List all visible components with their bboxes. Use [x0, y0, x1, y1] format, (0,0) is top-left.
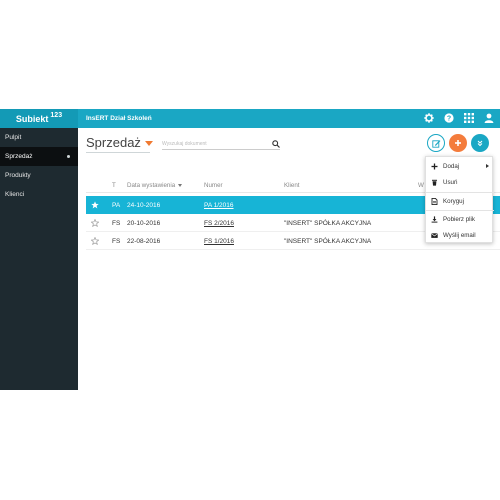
- menu-divider: [426, 210, 494, 211]
- cell-date: 20-10-2016: [127, 220, 161, 227]
- user-icon[interactable]: [483, 112, 494, 123]
- star-outline-icon[interactable]: [90, 218, 100, 228]
- cell-date: 24-10-2016: [127, 202, 161, 209]
- menu-item-label: Wyślij email: [443, 232, 476, 239]
- plus-icon: [431, 163, 438, 170]
- edit-icon: [431, 139, 440, 148]
- menu-item-label: Koryguj: [443, 198, 464, 205]
- menu-item-label: Pobierz plik: [443, 216, 475, 223]
- apps-grid-icon[interactable]: [463, 112, 474, 123]
- menu-divider: [426, 192, 494, 193]
- company-name[interactable]: InsERT Dział Szkoleń: [86, 115, 152, 122]
- column-header-date[interactable]: Data wystawienia: [127, 182, 183, 189]
- page-title: Sprzedaż: [86, 135, 141, 150]
- actions-dropdown-menu: Dodaj Usuń Koryguj Pobierz plik Wyślij e…: [425, 156, 494, 243]
- sidebar-item-label: Klienci: [5, 191, 25, 198]
- cell-type: FS: [112, 238, 121, 245]
- menu-item-send-email[interactable]: Wyślij email: [426, 228, 494, 243]
- star-filled-icon[interactable]: [91, 201, 99, 209]
- sidebar-item-pulpit[interactable]: Pulpit: [0, 128, 78, 147]
- sidebar-item-klienci[interactable]: Klienci: [0, 185, 78, 204]
- menu-item-add[interactable]: Dodaj: [426, 159, 494, 174]
- active-indicator-icon: [67, 155, 70, 158]
- chevron-right-icon: [486, 164, 489, 168]
- app-window: Subiekt 123 InsERT Dział Szkoleń ? Pulpi…: [0, 109, 500, 390]
- brand-name: Subiekt: [15, 113, 49, 124]
- cell-client: "INSERT" SPÓŁKA AKCYJNA: [284, 238, 372, 245]
- plus-icon: [455, 140, 461, 146]
- download-icon: [431, 216, 438, 223]
- cell-type: PA: [112, 202, 121, 209]
- title-underline: [86, 152, 150, 153]
- document-icon: [431, 198, 438, 205]
- trash-icon: [431, 179, 438, 186]
- envelope-icon: [431, 232, 438, 239]
- more-actions-button[interactable]: [471, 134, 489, 152]
- sidebar: Pulpit Sprzedaż Produkty Klienci: [0, 128, 78, 390]
- column-header-client[interactable]: Klient: [284, 182, 299, 189]
- sidebar-item-label: Sprzedaż: [5, 153, 33, 160]
- top-bar: Subiekt 123 InsERT Dział Szkoleń ?: [0, 109, 500, 128]
- gear-icon[interactable]: [423, 112, 434, 123]
- cell-type: FS: [112, 220, 121, 227]
- menu-item-label: Dodaj: [443, 163, 460, 170]
- caret-down-icon: [144, 141, 153, 146]
- sidebar-item-sprzedaz[interactable]: Sprzedaż: [0, 147, 78, 166]
- cell-client: "INSERT" SPÓŁKA AKCYJNA: [284, 220, 372, 227]
- star-outline-icon[interactable]: [90, 236, 100, 246]
- svg-text:?: ?: [446, 115, 450, 122]
- sidebar-item-produkty[interactable]: Produkty: [0, 166, 78, 185]
- double-chevron-down-icon: [477, 140, 483, 147]
- column-header-number[interactable]: Numer: [204, 182, 223, 189]
- cell-number-link[interactable]: PA 1/2016: [204, 202, 234, 209]
- top-icons: ?: [423, 112, 494, 123]
- brand-logo: Subiekt 123: [0, 109, 78, 128]
- add-button[interactable]: [449, 134, 467, 152]
- search-icon[interactable]: [272, 140, 280, 148]
- menu-item-correct[interactable]: Koryguj: [426, 194, 494, 209]
- cell-number-link[interactable]: FS 1/2016: [204, 238, 234, 245]
- column-header-value[interactable]: W: [418, 182, 424, 189]
- column-header-type[interactable]: T: [112, 182, 116, 189]
- search-input[interactable]: [162, 138, 280, 150]
- sort-desc-icon: [178, 183, 183, 187]
- sidebar-item-label: Pulpit: [5, 134, 22, 141]
- menu-item-label: Usuń: [443, 179, 458, 186]
- cell-number-link[interactable]: FS 2/2016: [204, 220, 234, 227]
- menu-item-delete[interactable]: Usuń: [426, 175, 494, 190]
- brand-version: 123: [50, 112, 63, 119]
- menu-item-download[interactable]: Pobierz plik: [426, 212, 494, 227]
- edit-button[interactable]: [427, 134, 445, 152]
- column-header-date-label: Data wystawienia: [127, 182, 176, 189]
- help-icon[interactable]: ?: [443, 112, 454, 123]
- page-title-dropdown[interactable]: Sprzedaż: [86, 135, 153, 150]
- sidebar-item-label: Produkty: [5, 172, 31, 179]
- cell-date: 22-08-2016: [127, 238, 161, 245]
